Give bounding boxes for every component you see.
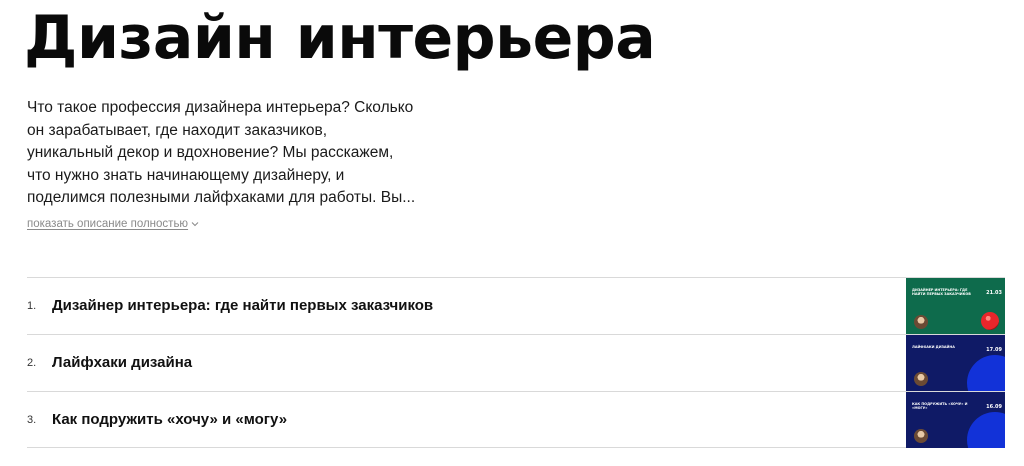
thumbnail-date: 17.09 [986, 347, 1002, 353]
episode-title[interactable]: Как подружить «хочу» и «могу» [52, 411, 287, 428]
description-line: Что такое профессия дизайнера интерьера?… [27, 99, 414, 116]
show-full-description-link[interactable]: показать описание полностью [27, 218, 199, 230]
thumbnail-title: дизайнер интерьера: где найти первых зак… [912, 288, 971, 297]
episode-row[interactable]: 2. Лайфхаки дизайна лайфхаки дизайна 17.… [27, 334, 1005, 391]
episode-thumbnail[interactable]: лайфхаки дизайна 17.09 [906, 335, 1005, 391]
episode-row[interactable]: 3. Как подружить «хочу» и «могу» как под… [27, 391, 1005, 448]
speaker-avatar [914, 315, 928, 329]
thumbnail-date: 21.03 [986, 290, 1002, 296]
episode-number: 3. [27, 414, 37, 426]
decorative-circle-icon [967, 355, 1005, 391]
episode-row[interactable]: 1. Дизайнер интерьера: где найти первых … [27, 277, 1005, 334]
episode-number: 1. [27, 300, 37, 312]
decorative-circle-icon [967, 412, 1005, 448]
thumbnail-title: как подружить «хочу» и «могу» [912, 402, 968, 411]
episode-list: 1. Дизайнер интерьера: где найти первых … [27, 277, 1005, 448]
episode-number: 2. [27, 357, 37, 369]
chevron-down-icon [191, 222, 199, 227]
episode-title[interactable]: Лайфхаки дизайна [52, 354, 192, 371]
episode-thumbnail[interactable]: дизайнер интерьера: где найти первых зак… [906, 278, 1005, 334]
description-line: что нужно знать начинающему дизайнеру, и [27, 166, 345, 184]
thumbnail-title: лайфхаки дизайна [912, 345, 955, 349]
thumbnail-date: 16.09 [986, 404, 1002, 410]
description-line: поделимся полезными лайфхаками для работ… [27, 189, 416, 206]
description-line: он зарабатывает, где находит заказчиков, [27, 121, 328, 139]
show-full-description-label: показать описание полностью [27, 218, 189, 230]
course-description: Что такое профессия дизайнера интерьера?… [27, 97, 427, 210]
speaker-avatar [914, 429, 928, 443]
decorative-ball-icon [981, 312, 999, 330]
episode-title[interactable]: Дизайнер интерьера: где найти первых зак… [52, 297, 433, 314]
episode-thumbnail[interactable]: как подружить «хочу» и «могу» 16.09 [906, 392, 1005, 448]
description-line: уникальный декор и вдохновение? Мы расск… [27, 144, 394, 161]
speaker-avatar [914, 372, 928, 386]
page-title: Дизайн интерьера [24, 3, 656, 73]
